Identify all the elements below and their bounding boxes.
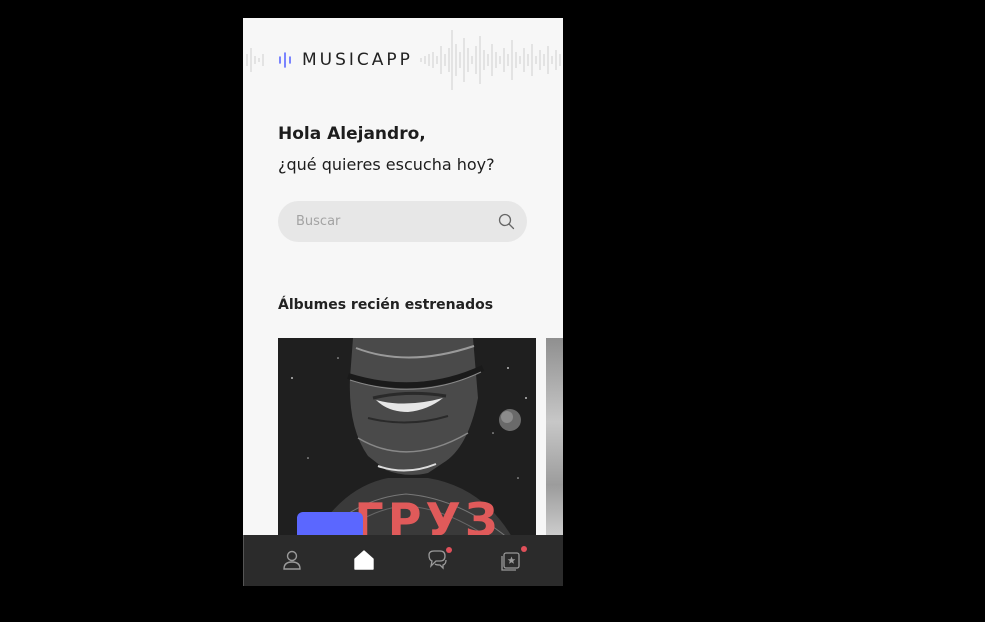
app-logo-text: MUSICAPP bbox=[302, 50, 413, 70]
bottom-navbar bbox=[243, 535, 563, 586]
home-icon[interactable] bbox=[353, 549, 375, 571]
greeting-subtitle: ¿qué quieres escucha hoy? bbox=[278, 155, 495, 174]
section-title-new-albums: Álbumes recién estrenados bbox=[278, 297, 494, 313]
logo-icon bbox=[279, 52, 291, 68]
album-card[interactable]: ГРУЗ bbox=[278, 338, 536, 548]
nav-item-home[interactable] bbox=[334, 535, 394, 586]
notification-badge bbox=[521, 546, 527, 552]
notification-badge bbox=[446, 547, 452, 553]
search-icon[interactable] bbox=[498, 213, 515, 230]
greeting-title: Hola Alejandro, bbox=[278, 124, 426, 144]
search-bar[interactable] bbox=[278, 201, 527, 242]
search-input[interactable] bbox=[278, 201, 506, 242]
chat-icon[interactable] bbox=[426, 549, 448, 571]
nav-item-favorites[interactable] bbox=[481, 535, 541, 586]
favorites-icon[interactable] bbox=[500, 549, 522, 571]
album-card-next[interactable] bbox=[546, 338, 563, 548]
user-icon[interactable] bbox=[281, 549, 303, 571]
nav-item-messages[interactable] bbox=[407, 535, 467, 586]
nav-item-profile[interactable] bbox=[262, 535, 322, 586]
app-header: MUSICAPP bbox=[243, 18, 563, 102]
phone-screen: MUSICAPP Hola Alejandro, ¿qué quieres es… bbox=[243, 18, 563, 586]
